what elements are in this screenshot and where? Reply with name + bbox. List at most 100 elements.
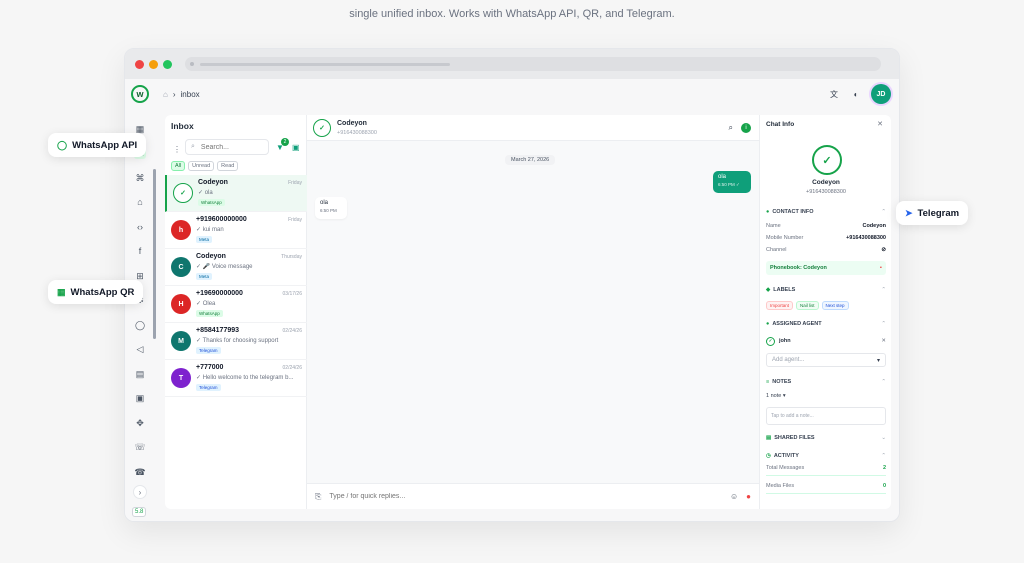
trash-icon[interactable]: ▪ (880, 265, 882, 271)
filter-tab-unread[interactable]: Unread (188, 161, 215, 171)
minimize-dot[interactable] (149, 59, 158, 69)
conversation-item[interactable]: h +919600000000 Friday ✓ kui man Meta (165, 212, 307, 249)
conversation-item[interactable]: M +8584177993 02/24/26 ✓ Thanks for choosin… (165, 323, 307, 360)
chevron-down-icon: ▾ (876, 357, 880, 364)
incoming-message[interactable]: ola 6:50 PM (315, 197, 347, 219)
add-agent-select[interactable]: Add agent... ▾ (766, 353, 886, 367)
label-list: Important Nail list Next step (766, 301, 849, 310)
channel-tag: Meta (196, 236, 213, 243)
activity-row-media: Media Files 0 (766, 483, 886, 489)
search-icon[interactable]: ⌕ (729, 123, 733, 133)
conversation-name: +19690000000 (196, 290, 243, 297)
filter-tab-all[interactable]: All (171, 161, 186, 171)
user-avatar[interactable]: JD (871, 84, 891, 104)
paperclip-icon[interactable]: ⎘ (315, 492, 321, 502)
phone-forward-icon[interactable]: ☎ (134, 466, 146, 478)
conversation-item[interactable]: T +777000 02/24/26 ✓ Hello welcome to the t… (165, 360, 307, 397)
sidebar-scrollbar[interactable] (153, 169, 156, 339)
info-icon[interactable]: i (741, 123, 751, 133)
wallet-icon[interactable]: ▤ (134, 368, 146, 380)
chat-avatar[interactable]: ✓ (313, 119, 331, 137)
sidebar-collapse-button[interactable]: › (133, 485, 147, 499)
section-heading: CONTACT INFO (772, 209, 814, 215)
label-chip[interactable]: Important (766, 301, 794, 310)
close-icon[interactable]: ✕ (877, 120, 883, 128)
conversation-avatar: h (171, 220, 191, 240)
home-icon[interactable]: ⌂ (163, 90, 168, 99)
message-composer: ⎘ ☺ ● (307, 483, 759, 509)
browser-window: w ▦ ▭ ⌘ ⌂ ‹› f ⊞ ✱ ◯ ◁ ▤ ▣ ✥ ☏ ☎ › 5.8 ⌂… (124, 48, 900, 522)
conversation-avatar: H (171, 294, 191, 314)
chevron-down-icon: ⌄ (881, 435, 886, 441)
filter-tab-read[interactable]: Read (217, 161, 239, 171)
whatsapp-icon[interactable]: ◯ (134, 319, 146, 331)
close-dot[interactable] (135, 59, 144, 69)
contact-row-name: Name Codeyon (766, 223, 886, 229)
new-chat-icon[interactable]: ▣ (292, 143, 300, 152)
conversation-item[interactable]: H +19690000000 03/17/26 ✓ Olea WhatsApp (165, 286, 307, 323)
chevron-up-icon: ⌃ (881, 287, 886, 293)
search-box[interactable]: ⌕ (185, 139, 269, 155)
note-input[interactable]: Tap to add a note... (766, 407, 886, 425)
facebook-icon[interactable]: f (134, 245, 146, 257)
conversation-item[interactable]: C Codeyon Thursday ✓ 🎤 Voice message Meta (165, 249, 307, 286)
theme-toggle-icon[interactable]: ◐ (849, 87, 863, 101)
label-chip[interactable]: Next step (821, 301, 849, 310)
section-labels[interactable]: ◆ LABELS ⌃ (766, 287, 886, 293)
language-icon[interactable]: 文 (827, 87, 841, 101)
activity-divider (766, 475, 886, 476)
section-notes[interactable]: ≡ NOTES ⌃ (766, 379, 886, 385)
label-chip[interactable]: Nail list (796, 301, 819, 310)
section-activity[interactable]: ◷ ACTIVITY ⌃ (766, 453, 886, 459)
app-root: w ▦ ▭ ⌘ ⌂ ‹› f ⊞ ✱ ◯ ◁ ▤ ▣ ✥ ☏ ☎ › 5.8 ⌂… (125, 79, 899, 521)
maximize-dot[interactable] (163, 59, 172, 69)
url-bar[interactable] (185, 57, 881, 71)
chevron-up-icon: ⌃ (881, 453, 886, 459)
app-logo[interactable]: w (131, 85, 149, 103)
conversation-name: +919600000000 (196, 216, 247, 223)
phone-icon[interactable]: ☏ (134, 441, 146, 453)
chat-info-title: Chat Info (766, 121, 795, 128)
section-heading: SHARED FILES (774, 435, 815, 441)
notes-count-dropdown[interactable]: 1 note ▾ (766, 393, 786, 399)
section-shared-files[interactable]: ▤ SHARED FILES ⌄ (766, 435, 886, 441)
add-agent-placeholder: Add agent... (772, 357, 805, 363)
move-icon[interactable]: ✥ (134, 417, 146, 429)
chat-contact-name: Codeyon (337, 120, 367, 127)
contacts-icon[interactable]: ▣ (134, 392, 146, 404)
assigned-agent-row: ✓ john ✕ (766, 335, 886, 347)
network-icon[interactable]: ⌘ (134, 172, 146, 184)
conversation-avatar: M (171, 331, 191, 351)
emoji-icon[interactable]: ☺ (730, 492, 738, 501)
conversation-item[interactable]: ✓ Codeyon Friday ✓ ola WhatsApp (165, 175, 307, 212)
date-separator: March 27, 2026 (505, 155, 556, 165)
code-icon[interactable]: ‹› (134, 221, 146, 233)
row-key: Name (766, 223, 781, 229)
remove-agent-icon[interactable]: ✕ (881, 338, 886, 344)
chat-header: ✓ Codeyon +916430088300 ⌕ i (307, 115, 759, 141)
microphone-icon[interactable]: ● (746, 492, 751, 501)
phonebook-chip[interactable]: Phonebook: Codeyon ▪ (766, 261, 886, 275)
contact-row-mobile: Mobile Number +916430088300 (766, 235, 886, 241)
search-input[interactable] (200, 143, 261, 151)
channel-tag: WhatsApp (198, 199, 225, 206)
conversation-avatar: ✓ (173, 183, 193, 203)
section-heading: ACTIVITY (773, 453, 799, 459)
home-icon[interactable]: ⌂ (134, 196, 146, 208)
filter-icon[interactable]: ▼ 2 (276, 138, 289, 152)
megaphone-icon[interactable]: ◁ (134, 343, 146, 355)
user-icon: ● (766, 209, 770, 215)
channel-icon: ⊘ (881, 247, 886, 253)
row-value: 2 (882, 465, 886, 471)
breadcrumb-current: inbox (180, 89, 200, 99)
section-contact-info[interactable]: ● CONTACT INFO ⌃ (766, 209, 886, 215)
section-assigned-agent[interactable]: ● ASSIGNED AGENT ⌃ (766, 321, 886, 327)
conversation-time: 03/17/26 (282, 291, 302, 297)
message-input[interactable] (329, 493, 722, 500)
outgoing-message[interactable]: ola 6:50 PM ✓ (713, 171, 751, 193)
conversation-avatar: T (171, 368, 191, 388)
window-titlebar (125, 49, 899, 79)
chat-contact-phone: +916430088300 (337, 130, 377, 136)
conversation-name: +8584177993 (196, 327, 240, 334)
more-vertical-icon[interactable]: ⋮ (173, 145, 181, 154)
